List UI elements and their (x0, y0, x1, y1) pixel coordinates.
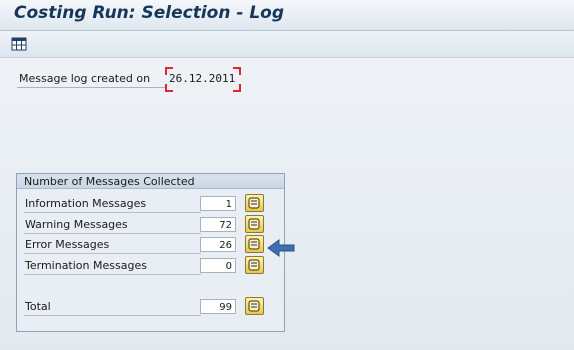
left-arrow-icon (267, 239, 295, 260)
group-title: Number of Messages Collected (17, 174, 284, 189)
title-bar: Costing Run: Selection - Log (0, 0, 574, 31)
required-marker (233, 67, 241, 75)
information-count-field: 1 (200, 196, 236, 211)
grid-layout-icon[interactable] (11, 36, 27, 52)
scroll-log-icon (248, 197, 260, 209)
termination-messages-label: Termination Messages (24, 258, 201, 275)
error-messages-label: Error Messages (24, 237, 201, 254)
page-title: Costing Run: Selection - Log (14, 3, 285, 23)
information-messages-label: Information Messages (24, 196, 201, 213)
termination-count-field: 0 (200, 258, 236, 273)
scroll-log-icon (248, 218, 260, 230)
created-date-field[interactable]: 26.12.2011 (165, 69, 241, 88)
application-toolbar (0, 31, 574, 58)
required-marker (165, 84, 173, 92)
information-log-button[interactable] (245, 194, 264, 212)
scroll-log-icon (248, 238, 260, 250)
total-log-button[interactable] (245, 297, 264, 315)
scroll-log-icon (248, 259, 260, 271)
total-label: Total (24, 299, 201, 316)
scroll-log-icon (248, 300, 260, 312)
created-on-label: Message log created on (17, 70, 167, 88)
messages-group-box: Number of Messages Collected Information… (16, 173, 285, 332)
error-count-field: 26 (200, 237, 236, 252)
error-log-button[interactable] (245, 235, 264, 253)
required-marker (233, 84, 241, 92)
warning-messages-label: Warning Messages (24, 217, 201, 234)
warning-count-field: 72 (200, 217, 236, 232)
total-count-field: 99 (200, 299, 236, 314)
required-marker (165, 67, 173, 75)
termination-log-button[interactable] (245, 256, 264, 274)
warning-log-button[interactable] (245, 215, 264, 233)
